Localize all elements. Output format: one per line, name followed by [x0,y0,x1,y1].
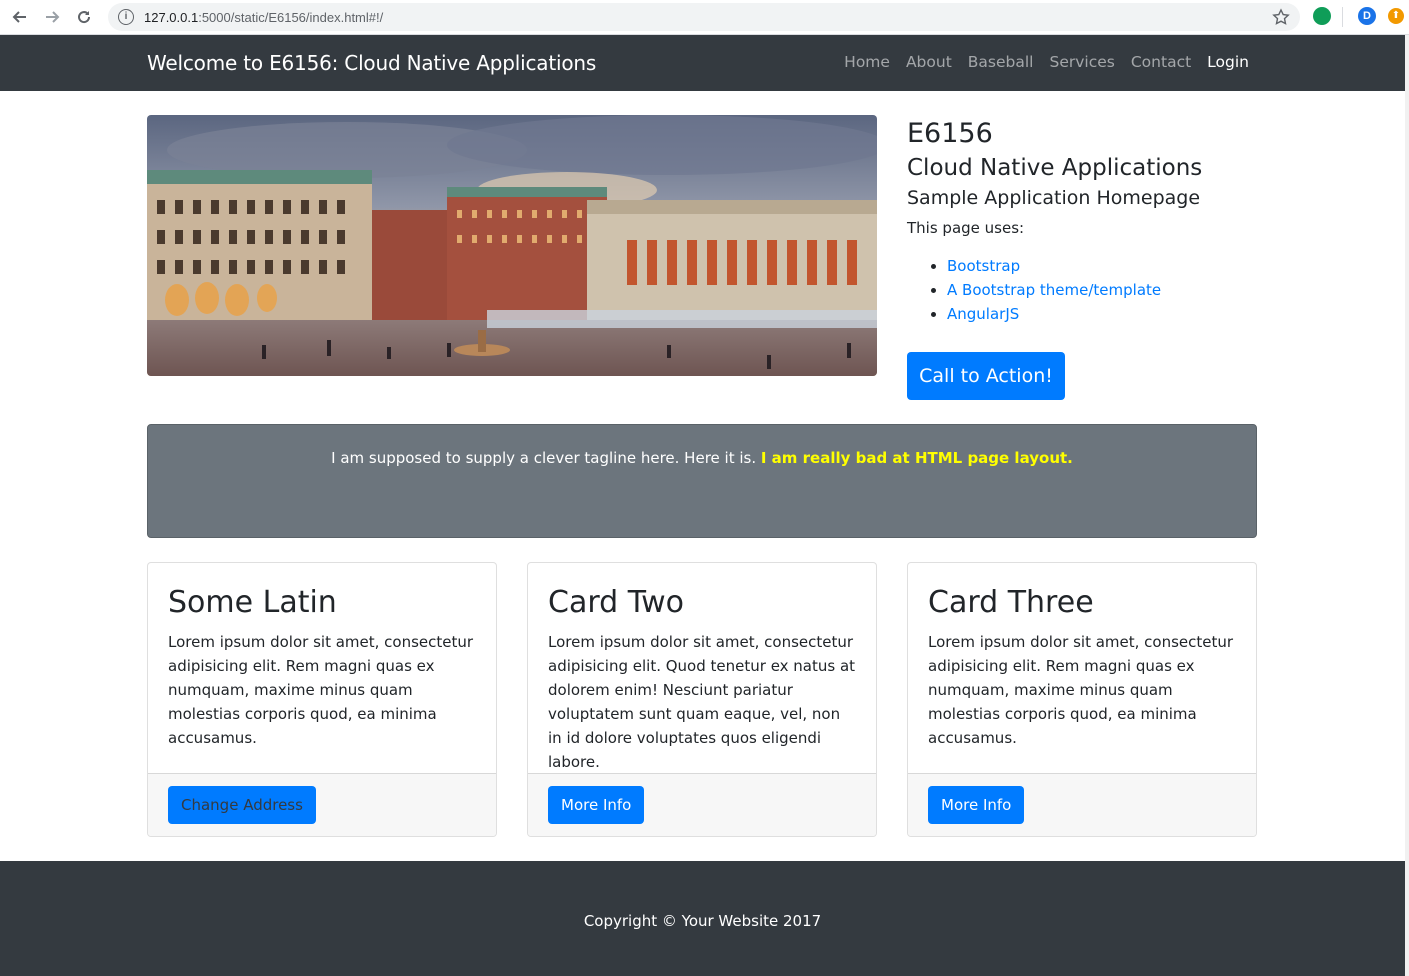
tagline-highlight: I am really bad at HTML page layout. [760,449,1073,467]
list-item: Bootstrap [947,254,1257,278]
address-bar[interactable]: i 127.0.0.1:5000/static/E6156/index.html… [108,3,1300,31]
nav-link-baseball[interactable]: Baseball [968,53,1034,71]
card-footer: Change Address [148,773,496,836]
page-tagline-heading: Sample Application Homepage [907,187,1201,209]
navbar-links: Home About Baseball Services Contact Log… [828,53,1249,71]
link-bootstrap[interactable]: Bootstrap [947,257,1020,275]
intro-panel: E6156 Cloud Native Applications Sample A… [907,115,1257,326]
uses-list: Bootstrap A Bootstrap theme/template Ang… [947,254,1257,326]
change-address-button[interactable]: Change Address [168,786,316,824]
list-item: A Bootstrap theme/template [947,278,1257,302]
card-footer: More Info [908,773,1256,836]
hero-image [147,115,877,376]
nav-link-about[interactable]: About [906,53,952,71]
page-subtitle: Cloud Native Applications [907,155,1203,181]
card-title: Some Latin [168,585,337,620]
page-title: E6156 [907,118,993,149]
card-title: Card Three [928,585,1094,620]
more-info-button[interactable]: More Info [548,786,645,824]
list-item: AngularJS [947,302,1257,326]
nav-link-services[interactable]: Services [1049,53,1114,71]
forward-arrow-icon[interactable] [40,5,64,29]
nav-link-login[interactable]: Login [1207,53,1249,71]
copyright-text: Copyright © Your Website 2017 [583,912,822,930]
toolbar-divider [1342,7,1343,27]
page-scrollbar[interactable] [1405,35,1409,976]
nav-link-home[interactable]: Home [844,53,890,71]
tagline-banner: I am supposed to supply a clever tagline… [147,424,1257,538]
card-two: Card Two Lorem ipsum dolor sit amet, con… [527,562,877,837]
call-to-action-button[interactable]: Call to Action! [907,352,1065,400]
link-angularjs[interactable]: AngularJS [947,305,1019,323]
uses-label: This page uses: [907,219,1025,237]
link-bootstrap-theme[interactable]: A Bootstrap theme/template [947,281,1161,299]
bookmark-star-icon[interactable] [1272,8,1290,26]
more-info-button[interactable]: More Info [928,786,1025,824]
reload-icon[interactable] [72,5,96,29]
card-three: Card Three Lorem ipsum dolor sit amet, c… [907,562,1257,837]
navbar-brand[interactable]: Welcome to E6156: Cloud Native Applicati… [147,51,596,75]
profile-avatar[interactable]: D [1358,7,1376,25]
site-navbar: Welcome to E6156: Cloud Native Applicati… [0,35,1405,91]
tagline-plain: I am supposed to supply a clever tagline… [331,449,761,467]
card-footer: More Info [528,773,876,836]
card-title: Card Two [548,585,684,620]
card-some-latin: Some Latin Lorem ipsum dolor sit amet, c… [147,562,497,837]
card-text: Lorem ipsum dolor sit amet, consectetur … [168,633,474,747]
back-arrow-icon[interactable] [8,5,32,29]
update-icon[interactable]: ⬆ [1388,8,1404,24]
card-text: Lorem ipsum dolor sit amet, consectetur … [548,633,856,771]
nav-link-contact[interactable]: Contact [1131,53,1191,71]
browser-toolbar: i 127.0.0.1:5000/static/E6156/index.html… [0,0,1409,35]
site-footer: Copyright © Your Website 2017 [0,861,1405,976]
url-text[interactable]: 127.0.0.1:5000/static/E6156/index.html#!… [144,10,383,25]
extension-icon[interactable] [1313,7,1331,25]
card-text: Lorem ipsum dolor sit amet, consectetur … [928,633,1234,747]
tagline-text: I am supposed to supply a clever tagline… [148,449,1256,467]
info-icon[interactable]: i [118,9,134,25]
